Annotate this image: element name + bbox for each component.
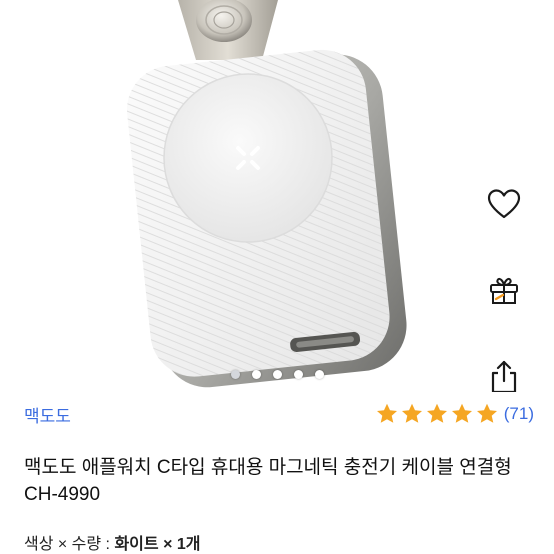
- carousel-dot[interactable]: [293, 370, 303, 379]
- carousel-dot[interactable]: [272, 370, 282, 379]
- carousel-dot[interactable]: [314, 370, 324, 379]
- star-icon: [451, 403, 472, 423]
- star-icon: [376, 403, 397, 423]
- carousel-indicator: [0, 370, 554, 379]
- option-color: 화이트: [114, 536, 159, 553]
- product-title: 맥도도 애플워치 C타입 휴대용 마그네틱 충전기 케이블 연결형 CH-499…: [24, 457, 512, 505]
- heart-icon: [487, 189, 521, 219]
- review-count[interactable]: (71): [504, 404, 534, 424]
- product-image-carousel[interactable]: [0, 0, 554, 392]
- option-separator: ×: [158, 536, 177, 553]
- option-quantity: 1개: [176, 536, 201, 553]
- seller-rating-row: 맥도도 (71): [24, 400, 534, 428]
- gift-icon: [490, 277, 518, 304]
- option-label: 색상 × 수량 :: [24, 536, 115, 553]
- star-icon: [426, 403, 447, 423]
- product-action-buttons: [484, 185, 524, 392]
- seller-link[interactable]: 맥도도: [24, 402, 71, 427]
- carousel-dot[interactable]: [251, 370, 261, 379]
- selected-option: 색상 × 수량 : 화이트 × 1개: [24, 530, 200, 554]
- carousel-dot[interactable]: [230, 370, 240, 379]
- gift-button[interactable]: [484, 271, 524, 311]
- star-icon: [476, 403, 497, 423]
- star-icon: [401, 403, 422, 423]
- product-rating[interactable]: (71): [375, 402, 534, 426]
- product-image: [126, 0, 407, 388]
- wishlist-button[interactable]: [484, 185, 524, 225]
